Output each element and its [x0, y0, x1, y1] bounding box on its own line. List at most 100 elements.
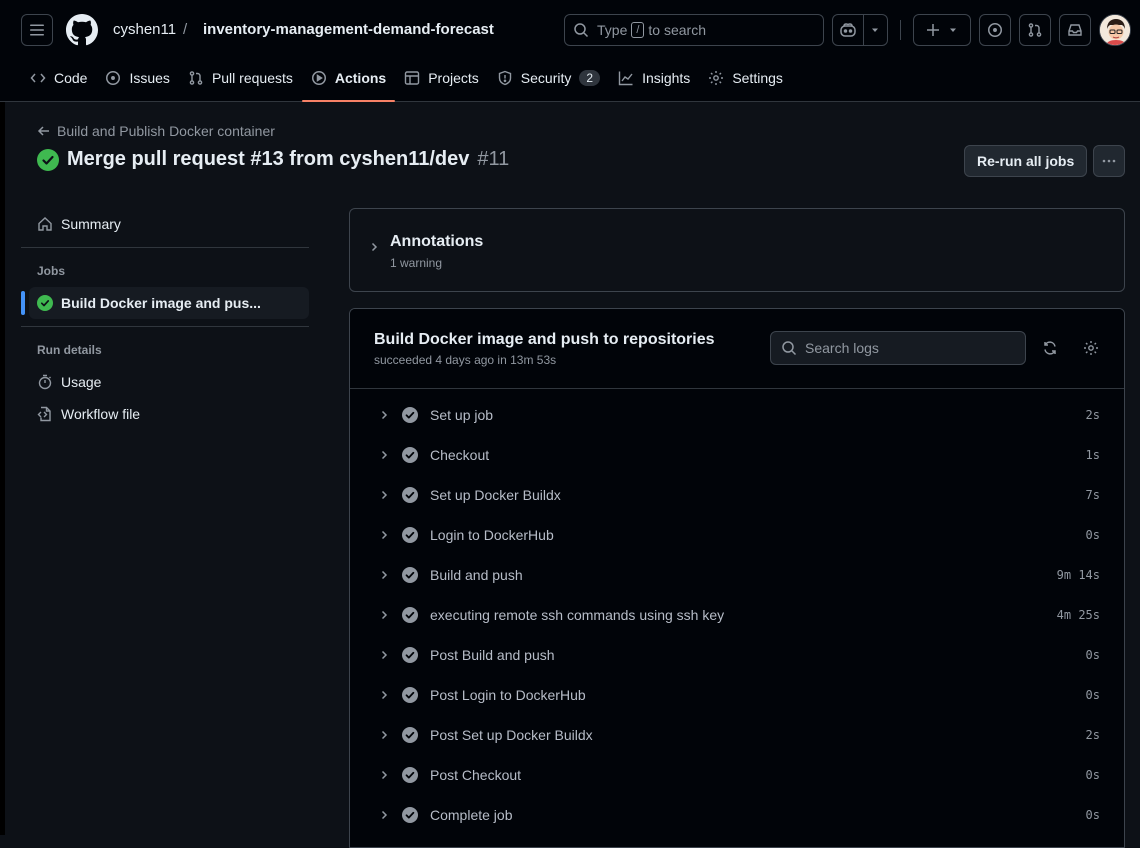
step-name: Set up job	[430, 407, 494, 423]
step-row[interactable]: Complete job 0s	[350, 795, 1124, 835]
tab-actions[interactable]: Actions	[301, 62, 396, 102]
issues-button[interactable]	[979, 14, 1011, 46]
step-name: Checkout	[430, 447, 490, 463]
check-circle-fill-icon	[402, 567, 418, 583]
workflow-back-link[interactable]: Build and Publish Docker container	[37, 123, 275, 139]
copilot-button[interactable]	[833, 15, 864, 45]
annotations-panel[interactable]: Annotations 1 warning	[349, 208, 1125, 292]
step-row[interactable]: executing remote ssh commands using ssh …	[350, 595, 1124, 635]
window-edge	[0, 0, 5, 835]
annotations-title: Annotations	[390, 233, 484, 250]
step-row[interactable]: Checkout 1s	[350, 435, 1124, 475]
global-search-input[interactable]: Type / to search	[564, 14, 824, 46]
job-status-text: succeeded 4 days ago in 13m 53s	[374, 353, 557, 367]
step-duration: 7s	[1085, 488, 1100, 502]
search-icon	[574, 23, 589, 38]
sidebar-item-label: Workflow file	[61, 406, 141, 422]
avatar[interactable]	[1099, 14, 1131, 46]
step-duration: 0s	[1085, 808, 1100, 822]
check-circle-fill-icon	[402, 607, 418, 623]
step-row[interactable]: Post Build and push 0s	[350, 635, 1124, 675]
check-circle-fill-icon	[402, 727, 418, 743]
breadcrumb-repo[interactable]: inventory-management-demand-forecast	[203, 21, 494, 38]
graph-icon	[618, 71, 633, 86]
chevron-right-icon	[381, 810, 388, 820]
step-row[interactable]: Set up Docker Buildx 7s	[350, 475, 1124, 515]
chevron-right-icon	[371, 242, 378, 252]
step-name: Post Login to DockerHub	[430, 687, 586, 703]
check-circle-fill-icon	[37, 295, 53, 311]
copilot-icon	[840, 23, 856, 37]
search-icon	[782, 341, 797, 356]
header-divider	[900, 20, 901, 40]
code-icon	[30, 73, 46, 83]
security-count-badge: 2	[579, 70, 601, 86]
steps-list: Set up job 2s Checkout 1s Set up Docker …	[350, 389, 1124, 835]
step-duration: 4m 25s	[1056, 608, 1100, 622]
sidebar-item-workflow-file[interactable]: Workflow file	[21, 398, 309, 430]
step-duration: 1s	[1085, 448, 1100, 462]
check-circle-fill-icon	[402, 487, 418, 503]
triangle-down-icon	[872, 28, 879, 32]
check-circle-fill-icon	[402, 767, 418, 783]
tab-label: Projects	[428, 70, 479, 86]
tab-security[interactable]: Security 2	[488, 62, 609, 94]
job-header: Build Docker image and push to repositor…	[350, 309, 1124, 389]
step-name: Post Set up Docker Buildx	[430, 727, 593, 743]
copilot-button-group[interactable]	[832, 14, 888, 46]
tab-label: Actions	[334, 70, 387, 86]
pull-request-icon	[189, 71, 203, 85]
sidebar-item-job[interactable]: Build Docker image and pus...	[21, 287, 309, 319]
sync-icon[interactable]	[1042, 340, 1058, 356]
kebab-horizontal-icon	[1102, 159, 1116, 163]
step-row[interactable]: Post Login to DockerHub 0s	[350, 675, 1124, 715]
search-logs-placeholder: Search logs	[805, 340, 879, 356]
page-title: Merge pull request #13 from cyshen11/dev…	[37, 148, 509, 171]
sidebar-divider	[21, 247, 309, 248]
step-name: Build and push	[430, 567, 523, 583]
check-circle-fill-icon	[402, 807, 418, 823]
more-options-button[interactable]	[1093, 145, 1125, 177]
tab-projects[interactable]: Projects	[395, 62, 488, 94]
step-row[interactable]: Post Checkout 0s	[350, 755, 1124, 795]
tab-pull-requests[interactable]: Pull requests	[179, 62, 302, 94]
chevron-right-icon	[381, 410, 388, 420]
tab-code[interactable]: Code	[21, 62, 96, 94]
tab-label: Pull requests	[211, 70, 293, 86]
tab-insights[interactable]: Insights	[609, 62, 699, 94]
github-logo-icon[interactable]	[66, 14, 98, 46]
step-row[interactable]: Post Set up Docker Buildx 2s	[350, 715, 1124, 755]
gear-icon[interactable]	[1083, 340, 1099, 356]
step-name: Post Build and push	[430, 647, 555, 663]
step-duration: 2s	[1085, 408, 1100, 422]
step-row[interactable]: Set up job 2s	[350, 395, 1124, 435]
breadcrumb-owner[interactable]: cyshen11	[113, 21, 176, 38]
inbox-button[interactable]	[1059, 14, 1091, 46]
step-row[interactable]: Login to DockerHub 0s	[350, 515, 1124, 555]
copilot-dropdown[interactable]	[864, 15, 887, 45]
sidebar-item-summary[interactable]: Summary	[21, 208, 309, 240]
search-prefix: Type	[597, 22, 628, 38]
pull-requests-button[interactable]	[1019, 14, 1051, 46]
chevron-right-icon	[381, 530, 388, 540]
step-name: Set up Docker Buildx	[430, 487, 561, 503]
tab-label: Security	[520, 70, 572, 86]
step-duration: 0s	[1085, 648, 1100, 662]
rerun-all-jobs-button[interactable]: Re-run all jobs	[964, 145, 1088, 177]
tab-settings[interactable]: Settings	[699, 62, 792, 94]
job-log-panel: Build Docker image and push to repositor…	[349, 308, 1125, 848]
search-shortcut-key: /	[631, 22, 645, 38]
sidebar-item-label: Build Docker image and pus...	[61, 295, 261, 311]
search-logs-input[interactable]: Search logs	[770, 331, 1026, 365]
create-new-button[interactable]	[913, 14, 971, 46]
sidebar-divider	[21, 326, 309, 327]
sidebar-item-usage[interactable]: Usage	[21, 366, 309, 398]
tab-issues[interactable]: Issues	[96, 62, 178, 94]
step-name: Post Checkout	[430, 767, 522, 783]
inbox-icon	[1068, 24, 1082, 36]
step-row[interactable]: Build and push 9m 14s	[350, 555, 1124, 595]
home-icon	[38, 217, 52, 231]
menu-button[interactable]	[21, 14, 53, 46]
tab-label: Issues	[129, 70, 170, 86]
check-circle-fill-icon	[402, 687, 418, 703]
